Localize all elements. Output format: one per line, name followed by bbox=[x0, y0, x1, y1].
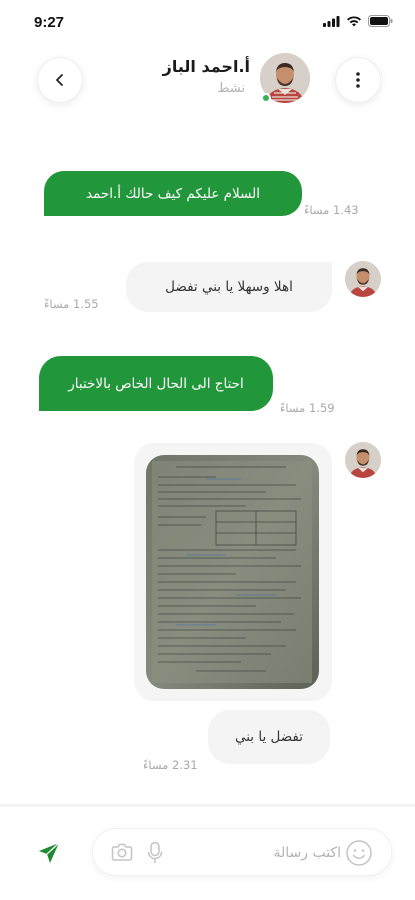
incoming-message-bubble[interactable]: تفضل يا بني bbox=[208, 710, 330, 764]
document-photo[interactable] bbox=[146, 455, 319, 689]
message-time: 1.55 مساءً bbox=[44, 297, 99, 311]
message-composer bbox=[92, 828, 392, 876]
emoji-button[interactable] bbox=[345, 839, 373, 871]
outgoing-message-bubble[interactable]: احتاج الى الحال الخاص بالاختبار bbox=[39, 356, 273, 411]
message-text: السلام عليكم كيف حالك أ.احمد bbox=[86, 185, 260, 202]
message-input[interactable] bbox=[183, 839, 341, 867]
mic-button[interactable] bbox=[147, 841, 163, 869]
more-vertical-icon bbox=[356, 72, 360, 88]
online-status-dot bbox=[261, 93, 271, 103]
message-text: اهلا وسهلا يا بني تفضل bbox=[165, 279, 293, 295]
message-time: 2.31 مساءً bbox=[143, 758, 198, 772]
outgoing-message-bubble[interactable]: السلام عليكم كيف حالك أ.احمد bbox=[44, 171, 302, 216]
status-bar: 9:27 bbox=[0, 0, 415, 44]
message-text: تفضل يا بني bbox=[234, 729, 304, 745]
chat-header: أ.احمد الباز نشط bbox=[0, 50, 415, 112]
message-text: احتاج الى الحال الخاص بالاختبار bbox=[68, 375, 244, 392]
chevron-left-icon bbox=[56, 74, 63, 86]
back-button[interactable] bbox=[37, 57, 83, 103]
mic-icon bbox=[147, 841, 163, 863]
send-button[interactable] bbox=[34, 838, 64, 868]
status-icons bbox=[323, 15, 393, 27]
message-avatar bbox=[345, 442, 381, 478]
incoming-message-bubble[interactable]: اهلا وسهلا يا بني تفضل bbox=[126, 262, 332, 312]
battery-icon bbox=[368, 15, 393, 27]
contact-status: نشط bbox=[217, 81, 245, 96]
message-time: 1.43 مساءً bbox=[304, 203, 359, 217]
smile-icon bbox=[346, 840, 372, 866]
wifi-icon bbox=[347, 15, 361, 26]
more-options-button[interactable] bbox=[335, 57, 381, 103]
signal-icon bbox=[323, 15, 340, 27]
image-message[interactable] bbox=[134, 443, 332, 701]
camera-icon bbox=[111, 843, 133, 861]
message-time: 1.59 مساءً bbox=[280, 401, 335, 415]
status-time: 9:27 bbox=[34, 14, 65, 31]
composer-divider bbox=[0, 804, 415, 807]
message-avatar bbox=[345, 261, 381, 297]
contact-name: أ.احمد الباز bbox=[162, 57, 250, 76]
camera-button[interactable] bbox=[111, 842, 133, 866]
send-icon bbox=[39, 842, 60, 863]
